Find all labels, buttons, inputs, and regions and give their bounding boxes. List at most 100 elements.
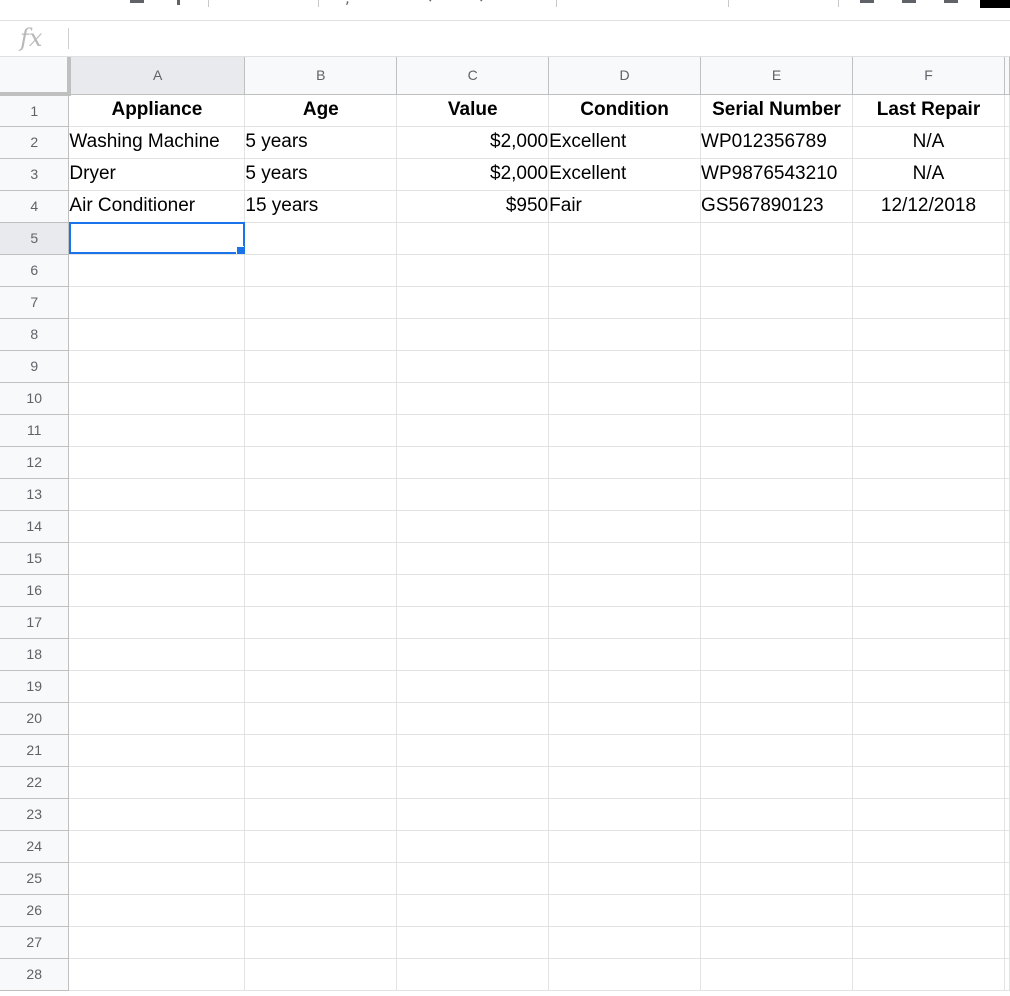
cell-d13[interactable] [548, 478, 702, 511]
cell-g22-partial[interactable] [1004, 766, 1010, 799]
cell-a6[interactable] [68, 254, 246, 287]
cell-c17[interactable] [396, 606, 550, 639]
select-all-corner[interactable] [0, 57, 71, 96]
cell-g17-partial[interactable] [1004, 606, 1010, 639]
cell-e23[interactable] [700, 798, 854, 831]
cell-e15[interactable] [700, 542, 854, 575]
cell-f23[interactable] [852, 798, 1005, 831]
cell-g15-partial[interactable] [1004, 542, 1010, 575]
cell-a11[interactable] [68, 414, 246, 447]
cell-g19-partial[interactable] [1004, 670, 1010, 703]
cell-g4-partial[interactable] [1004, 190, 1010, 223]
row-header-6[interactable]: 6 [0, 254, 70, 287]
cell-c12[interactable] [396, 446, 550, 479]
cell-d7[interactable] [548, 286, 702, 319]
cell-a15[interactable] [68, 542, 246, 575]
cell-a10[interactable] [68, 382, 246, 415]
toolbar-button-fragment[interactable] [902, 0, 916, 3]
cell-b3[interactable]: 5 years [244, 158, 398, 191]
row-header-8[interactable]: 8 [0, 318, 70, 351]
cell-b2[interactable]: 5 years [244, 126, 398, 159]
column-header-f[interactable]: F [852, 57, 1005, 95]
cell-e28[interactable] [700, 958, 854, 991]
cell-c24[interactable] [396, 830, 550, 863]
row-header-22[interactable]: 22 [0, 766, 70, 799]
column-header-e[interactable]: E [700, 57, 854, 95]
toolbar-button-fragment[interactable] [130, 0, 144, 3]
cell-f26[interactable] [852, 894, 1005, 927]
cell-b25[interactable] [244, 862, 398, 895]
arrow-right-icon[interactable]: → [472, 0, 485, 6]
cell-c25[interactable] [396, 862, 550, 895]
cell-c28[interactable] [396, 958, 550, 991]
cell-b22[interactable] [244, 766, 398, 799]
cell-e22[interactable] [700, 766, 854, 799]
cell-e1[interactable]: Serial Number [700, 94, 854, 127]
row-header-11[interactable]: 11 [0, 414, 70, 447]
cell-f16[interactable] [852, 574, 1005, 607]
cell-f12[interactable] [852, 446, 1005, 479]
cell-a4[interactable]: Air Conditioner [68, 190, 246, 223]
row-header-17[interactable]: 17 [0, 606, 70, 639]
cell-e16[interactable] [700, 574, 854, 607]
cell-d28[interactable] [548, 958, 702, 991]
comma-icon[interactable]: , [345, 0, 350, 6]
cell-a2[interactable]: Washing Machine [68, 126, 246, 159]
cell-e10[interactable] [700, 382, 854, 415]
cell-a21[interactable] [68, 734, 246, 767]
cell-g18-partial[interactable] [1004, 638, 1010, 671]
row-header-12[interactable]: 12 [0, 446, 70, 479]
row-header-5[interactable]: 5 [0, 222, 70, 255]
cell-g6-partial[interactable] [1004, 254, 1010, 287]
cell-g14-partial[interactable] [1004, 510, 1010, 543]
arrow-left-icon[interactable]: ← [427, 0, 440, 6]
row-header-28[interactable]: 28 [0, 958, 70, 991]
cell-c19[interactable] [396, 670, 550, 703]
cell-c22[interactable] [396, 766, 550, 799]
cell-d1[interactable]: Condition [548, 94, 702, 127]
cell-c6[interactable] [396, 254, 550, 287]
cell-b15[interactable] [244, 542, 398, 575]
cell-g12-partial[interactable] [1004, 446, 1010, 479]
cell-b4[interactable]: 15 years [244, 190, 398, 223]
cell-e3[interactable]: WP9876543210 [700, 158, 854, 191]
cell-a14[interactable] [68, 510, 246, 543]
cell-d16[interactable] [548, 574, 702, 607]
row-header-27[interactable]: 27 [0, 926, 70, 959]
cell-a28[interactable] [68, 958, 246, 991]
cell-c5[interactable] [396, 222, 550, 255]
cell-d9[interactable] [548, 350, 702, 383]
cell-e25[interactable] [700, 862, 854, 895]
cell-f2[interactable]: N/A [852, 126, 1005, 159]
column-header-a[interactable]: A [68, 57, 246, 95]
cell-f19[interactable] [852, 670, 1005, 703]
cell-e4[interactable]: GS567890123 [700, 190, 854, 223]
cell-b19[interactable] [244, 670, 398, 703]
cell-b20[interactable] [244, 702, 398, 735]
cell-f4[interactable]: 12/12/2018 [852, 190, 1005, 223]
row-header-3[interactable]: 3 [0, 158, 70, 191]
cell-c27[interactable] [396, 926, 550, 959]
cell-g25-partial[interactable] [1004, 862, 1010, 895]
cell-a26[interactable] [68, 894, 246, 927]
cell-b27[interactable] [244, 926, 398, 959]
cell-a17[interactable] [68, 606, 246, 639]
cell-g5-partial[interactable] [1004, 222, 1010, 255]
row-header-26[interactable]: 26 [0, 894, 70, 927]
cell-g2-partial[interactable] [1004, 126, 1010, 159]
cell-f6[interactable] [852, 254, 1005, 287]
row-header-16[interactable]: 16 [0, 574, 70, 607]
cell-f3[interactable]: N/A [852, 158, 1005, 191]
cell-c9[interactable] [396, 350, 550, 383]
cell-f21[interactable] [852, 734, 1005, 767]
cell-e27[interactable] [700, 926, 854, 959]
fill-handle[interactable] [236, 245, 244, 253]
toolbar-button-fragment[interactable] [944, 0, 958, 3]
cell-b23[interactable] [244, 798, 398, 831]
cell-b1[interactable]: Age [244, 94, 398, 127]
row-header-13[interactable]: 13 [0, 478, 70, 511]
cell-c16[interactable] [396, 574, 550, 607]
row-header-4[interactable]: 4 [0, 190, 70, 223]
cell-a3[interactable]: Dryer [68, 158, 246, 191]
cell-e24[interactable] [700, 830, 854, 863]
